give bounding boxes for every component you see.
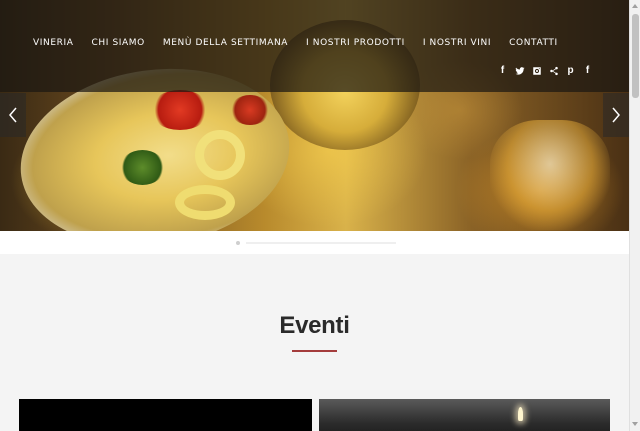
slider-next-button[interactable] xyxy=(603,93,629,137)
event-card[interactable] xyxy=(319,399,610,431)
candle-image xyxy=(518,407,523,421)
main-nav: VINERIA CHI SIAMO MENÙ DELLA SETTIMANA I… xyxy=(33,38,576,48)
nav-item-chi-siamo[interactable]: CHI SIAMO xyxy=(92,38,145,48)
hero-image-squid-ring xyxy=(195,130,245,180)
hero-image-herb xyxy=(120,150,165,185)
facebook-icon[interactable]: f xyxy=(496,64,509,77)
page-scrollbar[interactable] xyxy=(629,0,640,431)
facebook-icon[interactable]: f xyxy=(581,64,594,77)
chevron-right-icon xyxy=(612,107,620,123)
nav-item-prodotti[interactable]: I NOSTRI PRODOTTI xyxy=(306,38,405,48)
scroll-up-icon[interactable] xyxy=(632,4,638,8)
hero-image-tomato xyxy=(150,90,210,130)
nav-item-contatti[interactable]: CONTATTI xyxy=(509,38,558,48)
nav-item-menu[interactable]: MENÙ DELLA SETTIMANA xyxy=(163,38,288,48)
scrollbar-thumb[interactable] xyxy=(632,14,639,98)
hero-image-squid-ring xyxy=(175,185,235,220)
caption-line xyxy=(246,242,396,244)
instagram-icon[interactable] xyxy=(530,64,543,77)
hero-image-tomato xyxy=(230,95,270,125)
chevron-left-icon xyxy=(9,107,17,123)
nav-item-vini[interactable]: I NOSTRI VINI xyxy=(423,38,491,48)
twitter-icon[interactable] xyxy=(513,64,526,77)
share-icon[interactable] xyxy=(547,64,560,77)
nav-item-vineria[interactable]: VINERIA xyxy=(33,38,74,48)
caption-dot xyxy=(236,241,240,245)
social-links: f p f xyxy=(496,64,594,77)
events-heading: Eventi xyxy=(279,312,350,339)
hero-caption-strip xyxy=(0,231,629,254)
event-card[interactable] xyxy=(19,399,312,431)
events-heading-underline xyxy=(292,350,337,352)
hero-image-glass xyxy=(490,120,610,230)
slider-prev-button[interactable] xyxy=(0,93,26,137)
pinterest-icon[interactable]: p xyxy=(564,64,577,77)
hero-slider: VINERIA CHI SIAMO MENÙ DELLA SETTIMANA I… xyxy=(0,0,629,231)
header-bar: VINERIA CHI SIAMO MENÙ DELLA SETTIMANA I… xyxy=(0,0,629,92)
scroll-down-icon[interactable] xyxy=(632,422,638,426)
